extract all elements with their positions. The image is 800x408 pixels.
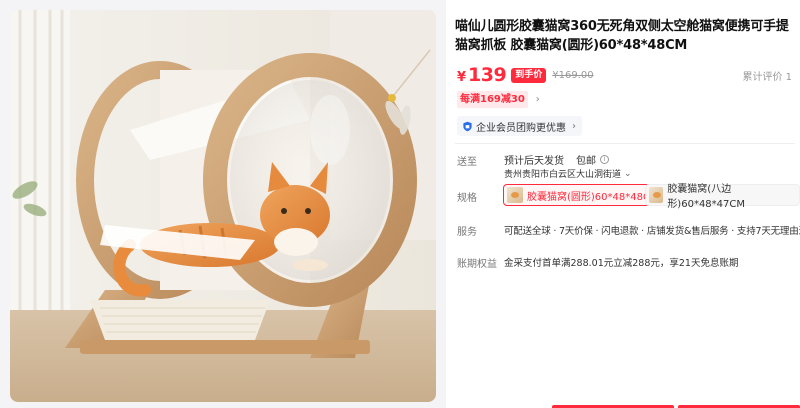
shipping-estimate-row: 预计后天发货 包邮 i xyxy=(504,152,609,167)
spec-option-octagon[interactable]: 胶囊猫窝(八边形)60*48*47CM xyxy=(645,184,800,210)
currency-symbol: ¥ xyxy=(457,70,467,85)
option-thumbnail xyxy=(649,187,664,203)
service-label: 服务 xyxy=(457,227,477,238)
shipping-label: 送至 xyxy=(457,157,477,168)
product-title: 喵仙儿圆形胶囊猫窝360无死角双侧太空舱猫窝便携可手提猫窝抓板 胶囊猫窝(圆形)… xyxy=(455,19,789,53)
chevron-down-icon[interactable]: ⌄ xyxy=(624,169,632,179)
shield-icon xyxy=(463,121,472,131)
vip-label: 企业会员团购更优惠 xyxy=(476,122,566,134)
product-info-panel: 喵仙儿圆形胶囊猫窝360无死角双侧太空舱猫窝便携可手提猫窝抓板 胶囊猫窝(圆形)… xyxy=(455,0,800,408)
enterprise-vip-banner[interactable]: 企业会员团购更优惠 › xyxy=(457,116,582,136)
free-shipping: 包邮 xyxy=(576,156,596,167)
address-text[interactable]: 贵州贵阳市白云区大山洞街道 xyxy=(504,167,621,180)
chevron-right-icon[interactable]: › xyxy=(536,94,540,105)
promotion[interactable]: 每满169减30 › xyxy=(457,90,540,108)
option-label: 胶囊猫窝(八边形)60*48*47CM xyxy=(667,184,745,210)
option-thumbnail xyxy=(507,187,523,203)
payment-text: 金采支付首单满288.01元立减288元，享21天免息账期 xyxy=(504,258,739,269)
shipping-address[interactable]: 贵州贵阳市白云区大山洞街道 ⌄ xyxy=(504,167,632,181)
price-value: 139 xyxy=(468,64,507,86)
delivery-estimate: 预计后天发货 xyxy=(504,156,564,167)
review-count[interactable]: 累计评价 1 xyxy=(742,68,792,83)
original-price: ¥169.00 xyxy=(552,69,594,81)
info-icon[interactable]: i xyxy=(600,155,609,164)
spec-label: 规格 xyxy=(457,193,477,204)
divider xyxy=(455,143,795,144)
product-image[interactable] xyxy=(10,10,436,402)
option-label: 胶囊猫窝(圆形)60*48*48CM xyxy=(527,191,659,203)
cat-bed-illustration xyxy=(10,10,436,402)
chevron-right-icon: › xyxy=(572,120,576,132)
product-gallery xyxy=(0,0,446,408)
payment-label: 账期权益 xyxy=(457,259,497,270)
current-price: ¥ 139 xyxy=(457,64,507,86)
promotion-tag[interactable]: 每满169减30 xyxy=(457,90,528,108)
price-row: ¥ 139 到手价 ¥169.00 累计评价 1 xyxy=(457,62,797,88)
service-text: 可配送全球 · 7天价保 · 闪电退款 · 店铺发货&售后服务 · 支持7天无理… xyxy=(504,226,800,237)
final-price-badge: 到手价 xyxy=(511,67,547,83)
spec-option-round[interactable]: 胶囊猫窝(圆形)60*48*48CM xyxy=(503,184,665,206)
